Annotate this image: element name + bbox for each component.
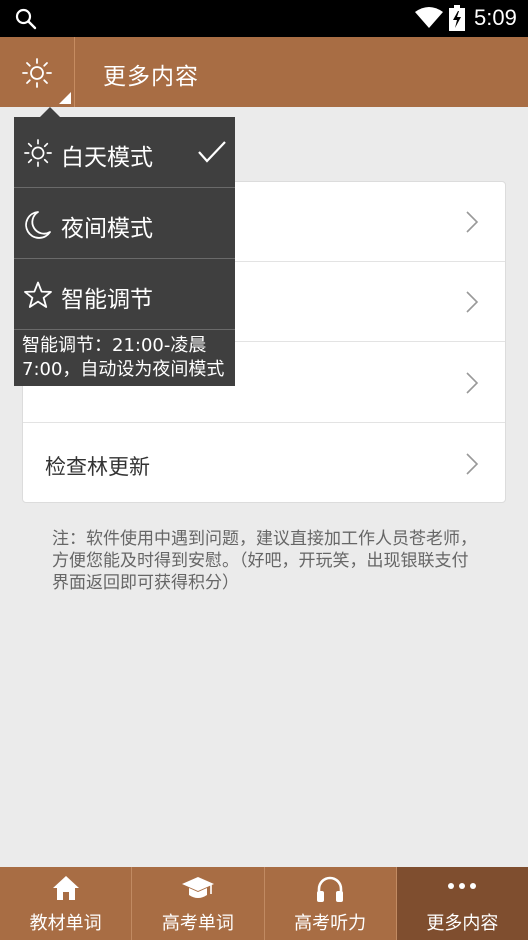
headphones-icon xyxy=(317,876,344,902)
menu-item-label: 智能调节 xyxy=(61,287,153,313)
tab-label: 高考听力 xyxy=(294,913,367,934)
page-title: 更多内容 xyxy=(103,64,199,90)
battery-charging-icon xyxy=(449,5,465,31)
tab-textbook-words[interactable]: 教材单词 xyxy=(0,867,131,940)
menu-item-label: 夜间模式 xyxy=(61,216,153,242)
help-note: 注：软件使用中遇到问题，建议直接加工作人员苍老师，方便您能及时得到安慰。（好吧，… xyxy=(52,529,477,593)
menu-item-smart-mode[interactable]: 智能调节 xyxy=(14,259,235,330)
star-icon xyxy=(24,281,52,308)
status-bar: 5:09 xyxy=(0,0,528,37)
app-bar: 更多内容 xyxy=(0,37,528,107)
status-time: 5:09 xyxy=(474,5,517,30)
chevron-right-icon xyxy=(466,372,479,394)
display-mode-menu: 白天模式 夜间模式 智能调节 智能调节：21:00-凌晨7:00，自动设为夜间模… xyxy=(14,107,235,386)
dropdown-corner-icon xyxy=(59,92,71,104)
tab-label: 高考单词 xyxy=(161,913,234,934)
tab-label: 教材单词 xyxy=(29,913,102,934)
menu-item-label: 白天模式 xyxy=(61,145,153,171)
smart-mode-description: 智能调节：21:00-凌晨7:00，自动设为夜间模式 xyxy=(22,335,225,380)
bottom-navigation: 教材单词 高考单词 高考听力 更多内容 xyxy=(0,867,528,940)
chevron-right-icon xyxy=(466,291,479,313)
wifi-icon xyxy=(415,7,443,28)
tab-label: 更多内容 xyxy=(426,913,499,934)
tab-gaokao-words[interactable]: 高考单词 xyxy=(131,867,263,940)
search-icon xyxy=(15,8,37,30)
menu-pointer xyxy=(40,107,60,117)
more-dots-icon xyxy=(448,883,477,889)
check-update-label: 检查林更新 xyxy=(45,455,150,479)
menu-item-night-mode[interactable]: 夜间模式 xyxy=(14,188,235,259)
sun-icon xyxy=(22,58,52,88)
chevron-right-icon xyxy=(466,453,479,475)
check-update-item[interactable]: 检查林更新 xyxy=(23,424,505,504)
home-icon xyxy=(52,876,79,900)
checkmark-icon xyxy=(198,141,226,163)
display-mode-button[interactable] xyxy=(0,37,75,107)
chevron-right-icon xyxy=(466,211,479,233)
moon-icon xyxy=(25,211,51,239)
tab-gaokao-listening[interactable]: 高考听力 xyxy=(263,867,396,940)
sun-icon xyxy=(24,139,52,167)
tab-more-content[interactable]: 更多内容 xyxy=(395,867,528,940)
graduation-cap-icon xyxy=(181,877,214,898)
menu-item-day-mode[interactable]: 白天模式 xyxy=(14,117,235,188)
